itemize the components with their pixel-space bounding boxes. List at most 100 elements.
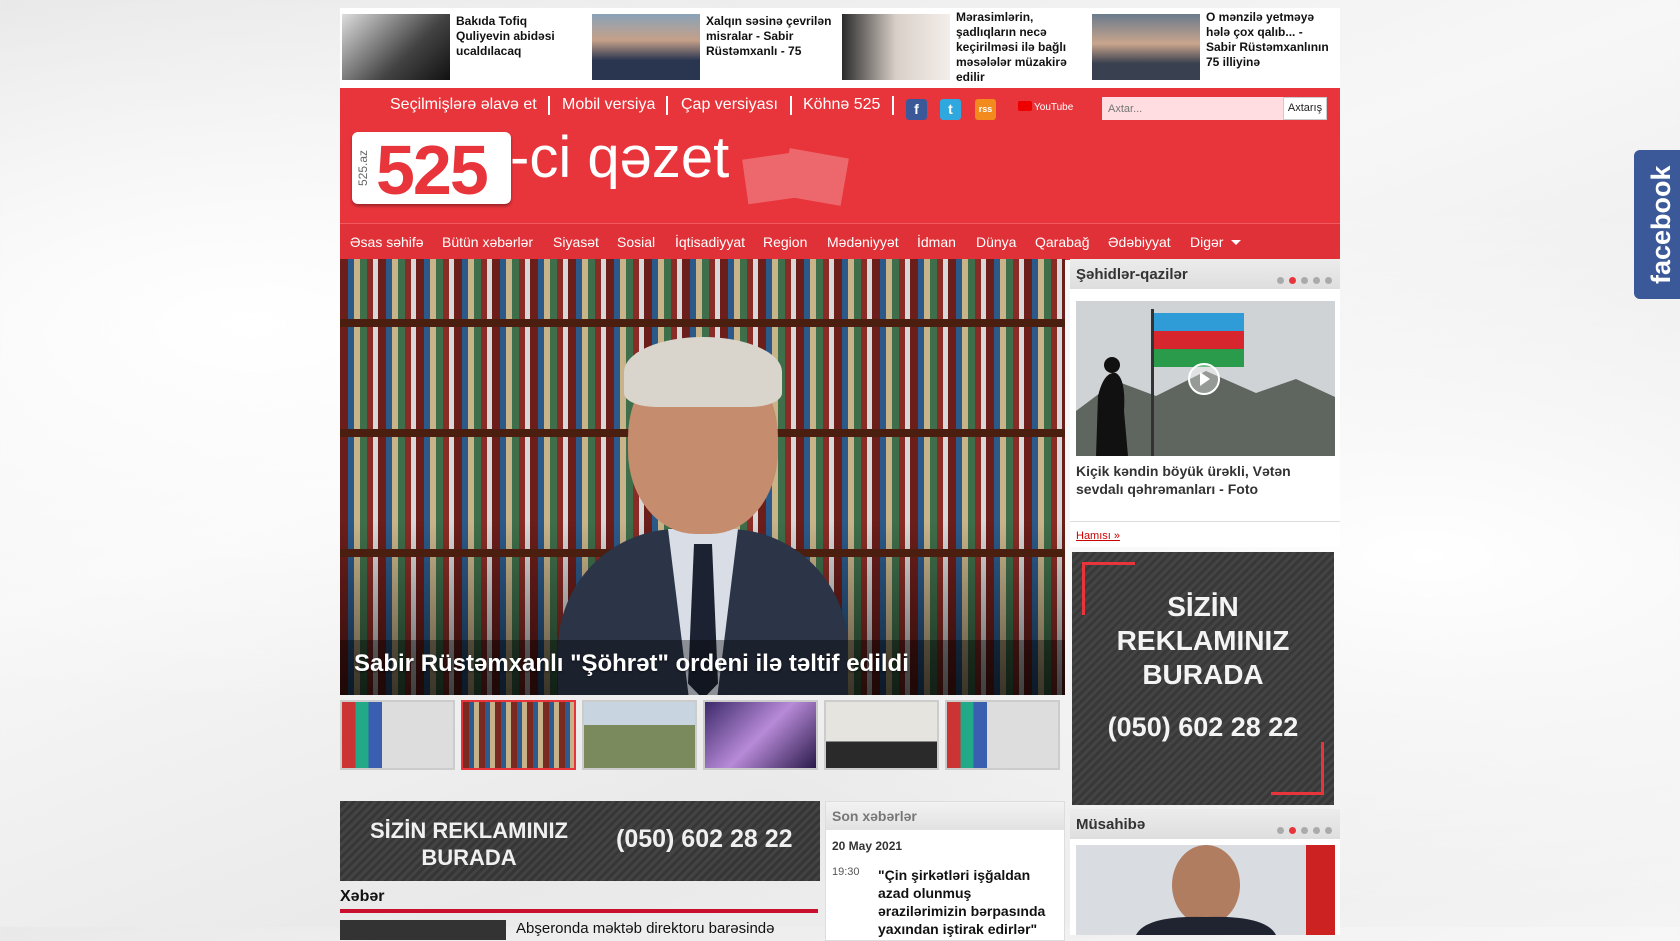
facebook-icon[interactable]: f bbox=[906, 99, 927, 120]
carousel-dots bbox=[1272, 821, 1332, 839]
divider bbox=[666, 96, 668, 115]
rss-icon[interactable]: rss bbox=[975, 99, 996, 120]
ad-phone: (050) 602 28 22 bbox=[616, 825, 793, 853]
nav-item-world[interactable]: Dünya bbox=[976, 234, 1016, 250]
carousel-dot[interactable] bbox=[1325, 277, 1332, 284]
carousel-dot[interactable] bbox=[1277, 827, 1284, 834]
top-news-title[interactable]: O mənzilə yetməyə hələ çox qalıb... - Sa… bbox=[1206, 10, 1334, 70]
latest-news-box: Son xəbərlər 20 May 2021 19:30 "Çin şirk… bbox=[825, 801, 1065, 941]
ad-line: SİZİN bbox=[1167, 591, 1239, 622]
news-thumbnail[interactable] bbox=[342, 14, 450, 80]
print-version-link[interactable]: Çap versiyası bbox=[681, 96, 778, 114]
nav-item-home[interactable]: Əsas səhifə bbox=[350, 234, 424, 250]
facebook-tab-label: facebook bbox=[1646, 165, 1676, 285]
top-news-strip: Bakıda Tofiq Quliyevin abidəsi ucaldılac… bbox=[340, 8, 1340, 88]
add-favorites-link[interactable]: Seçilmişlərə əlavə et bbox=[390, 96, 537, 114]
ad-line: SİZİN bbox=[369, 818, 427, 843]
nav-item-literature[interactable]: Ədəbiyyat bbox=[1108, 234, 1171, 250]
martyrs-box: Şəhidlər-qazilər Kiçik kəndin böyük ürək… bbox=[1070, 259, 1340, 547]
carousel-dots bbox=[1272, 271, 1332, 289]
nav-item-other[interactable]: Digər bbox=[1190, 234, 1242, 250]
martyrs-image[interactable] bbox=[1076, 301, 1335, 456]
old-525-link[interactable]: Köhnə 525 bbox=[803, 96, 880, 114]
ad-text-block: SİZİN REKLAMINIZ BURADA bbox=[354, 817, 584, 871]
nav-item-other-label: Digər bbox=[1190, 234, 1224, 250]
ad-line: BURADA bbox=[1142, 659, 1264, 690]
slider-thumbnail[interactable] bbox=[703, 700, 818, 770]
news-item-title[interactable]: Abşeronda məktəb direktoru barəsində bbox=[516, 920, 775, 937]
nav-item-social[interactable]: Sosial bbox=[617, 234, 655, 250]
photo-hair bbox=[624, 337, 782, 407]
section-underline bbox=[340, 909, 818, 913]
news-thumbnail[interactable] bbox=[1092, 14, 1200, 80]
slide-caption[interactable]: Sabir Rüstəmxanlı "Şöhrət" ordeni ilə tə… bbox=[354, 650, 909, 678]
newspaper-decoration bbox=[742, 148, 849, 206]
advertisement-banner[interactable]: SİZİN REKLAMINIZ BURADA (050) 602 28 22 bbox=[1072, 552, 1334, 805]
latest-news-item[interactable]: "Çin şirkətləri işğaldan azad olunmuş ər… bbox=[878, 866, 1053, 938]
latest-news-header: Son xəbərlər bbox=[826, 802, 1064, 830]
slider-thumbnails bbox=[340, 700, 1065, 772]
nav-item-politics[interactable]: Siyasət bbox=[553, 234, 599, 250]
featured-slider[interactable]: Sabir Rüstəmxanlı "Şöhrət" ordeni ilə tə… bbox=[340, 259, 1065, 695]
top-news-title[interactable]: Xalqın səsinə çevrilən misralar - Sabir … bbox=[706, 14, 834, 59]
carousel-dot[interactable] bbox=[1313, 827, 1320, 834]
news-thumbnail[interactable] bbox=[842, 14, 950, 80]
martyrs-header: Şəhidlər-qazilər bbox=[1070, 259, 1340, 289]
site-logo[interactable]: 525.az 525 bbox=[352, 131, 511, 209]
header-toolbar: Seçilmişlərə əlavə et Mobil versiya Çap … bbox=[340, 88, 1340, 122]
slider-thumbnail[interactable] bbox=[582, 700, 697, 770]
ad-line: REKLAMINIZ bbox=[432, 818, 568, 843]
logo-number: 525 bbox=[376, 131, 489, 209]
carousel-dot[interactable] bbox=[1325, 827, 1332, 834]
nav-item-all-news[interactable]: Bütün xəbərlər bbox=[442, 234, 533, 250]
divider bbox=[548, 96, 550, 115]
top-news-item[interactable]: Bakıda Tofiq Quliyevin abidəsi ucaldılac… bbox=[340, 14, 588, 82]
slider-thumbnail[interactable] bbox=[945, 700, 1060, 770]
top-news-title[interactable]: Mərasimlərin, şadlıqların necə keçirilmə… bbox=[956, 10, 1084, 85]
youtube-icon[interactable]: YouTube bbox=[1018, 101, 1073, 115]
nav-item-culture[interactable]: Mədəniyyət bbox=[827, 234, 899, 250]
logo-tail: -ci qəzet bbox=[510, 125, 730, 190]
martyrs-title[interactable]: Şəhidlər-qazilər bbox=[1076, 266, 1188, 283]
mobile-version-link[interactable]: Mobil versiya bbox=[562, 96, 655, 114]
youtube-label: YouTube bbox=[1034, 102, 1074, 113]
interview-image[interactable] bbox=[1076, 845, 1335, 935]
interview-header: Müsahibə bbox=[1070, 809, 1340, 839]
slider-thumbnail[interactable] bbox=[340, 700, 455, 770]
carousel-dot[interactable] bbox=[1289, 827, 1296, 834]
site-header: Seçilmişlərə əlavə et Mobil versiya Çap … bbox=[340, 88, 1340, 260]
nav-item-karabakh[interactable]: Qarabağ bbox=[1035, 234, 1089, 250]
interview-title[interactable]: Müsahibə bbox=[1076, 816, 1145, 833]
nav-item-sport[interactable]: İdman bbox=[917, 234, 956, 250]
twitter-icon[interactable]: t bbox=[940, 99, 961, 120]
advertisement-banner-horizontal[interactable]: SİZİN REKLAMINIZ BURADA (050) 602 28 22 bbox=[340, 801, 820, 881]
top-news-title[interactable]: Bakıda Tofiq Quliyevin abidəsi ucaldılac… bbox=[456, 14, 584, 59]
slider-thumbnail[interactable] bbox=[461, 700, 576, 770]
top-news-item[interactable]: Mərasimlərin, şadlıqların necə keçirilmə… bbox=[840, 10, 1088, 84]
top-news-item[interactable]: Xalqın səsinə çevrilən misralar - Sabir … bbox=[590, 14, 838, 82]
latest-news-title[interactable]: Son xəbərlər bbox=[832, 808, 917, 824]
martyrs-caption[interactable]: Kiçik kəndin böyük ürəkli, Vətən sevdalı… bbox=[1076, 462, 1326, 498]
interview-box: Müsahibə bbox=[1070, 809, 1340, 935]
martyrs-more-link[interactable]: Hamısı » bbox=[1076, 530, 1120, 542]
news-thumbnail[interactable] bbox=[592, 14, 700, 80]
chevron-down-icon bbox=[1231, 240, 1242, 245]
search-input[interactable] bbox=[1102, 97, 1283, 120]
facebook-side-tab[interactable]: facebook bbox=[1634, 150, 1680, 299]
top-news-item[interactable]: O mənzilə yetməyə hələ çox qalıb... - Sa… bbox=[1090, 10, 1338, 82]
search-button[interactable]: Axtarış bbox=[1283, 97, 1327, 120]
news-thumbnail[interactable] bbox=[340, 920, 506, 940]
news-section-title[interactable]: Xəbər bbox=[340, 888, 384, 906]
carousel-dot[interactable] bbox=[1313, 277, 1320, 284]
ad-line: REKLAMINIZ bbox=[1116, 625, 1290, 656]
divider bbox=[1070, 521, 1340, 522]
slider-thumbnail[interactable] bbox=[824, 700, 939, 770]
carousel-dot[interactable] bbox=[1301, 277, 1308, 284]
nav-item-region[interactable]: Region bbox=[763, 234, 807, 250]
main-navigation: Əsas səhifə Bütün xəbərlər Siyasət Sosia… bbox=[340, 223, 1340, 260]
divider bbox=[892, 96, 894, 115]
carousel-dot[interactable] bbox=[1289, 277, 1296, 284]
nav-item-economy[interactable]: İqtisadiyyat bbox=[675, 234, 745, 250]
carousel-dot[interactable] bbox=[1277, 277, 1284, 284]
carousel-dot[interactable] bbox=[1301, 827, 1308, 834]
